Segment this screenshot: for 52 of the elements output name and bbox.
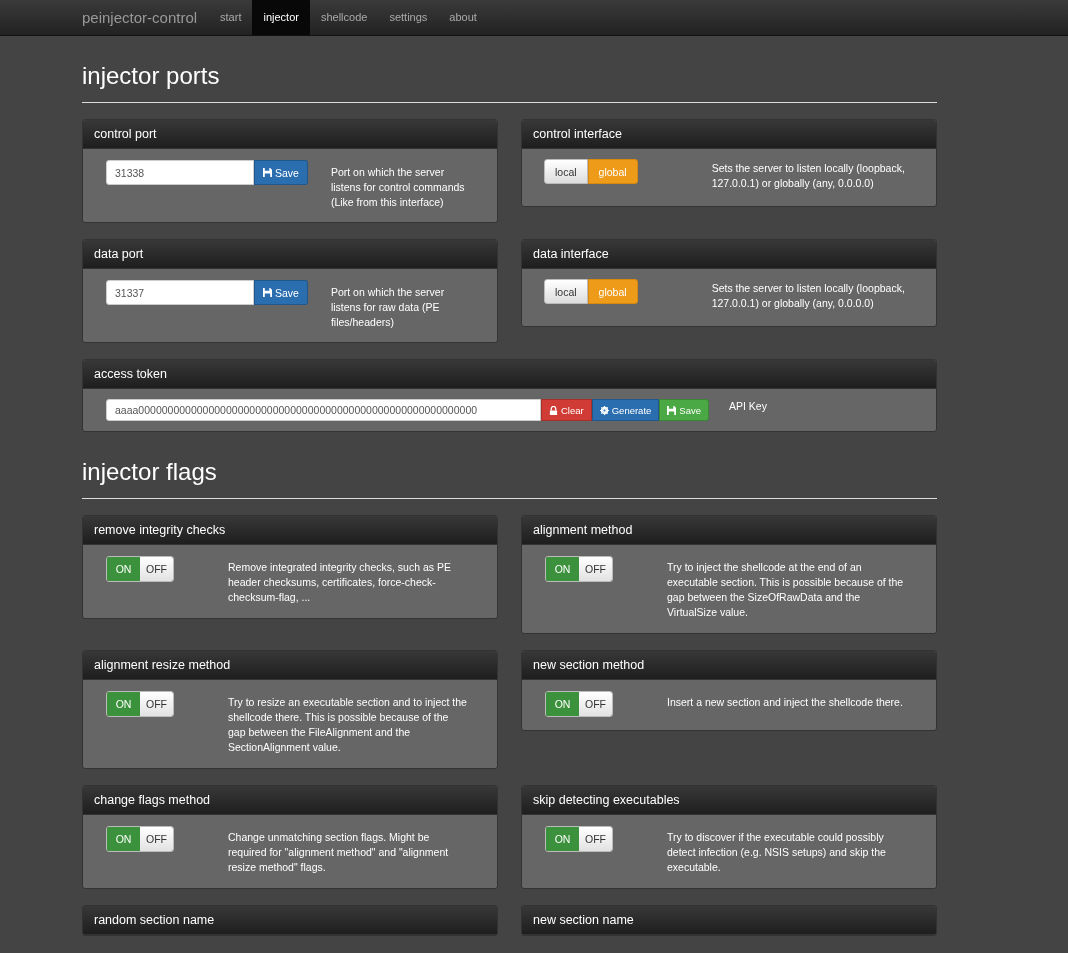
floppy-icon — [667, 405, 677, 415]
description-text: Try to resize an executable section and to inject the shellcode there. This is possible because of the gap between the FileAlignment and the SectionAlignment value. — [228, 695, 468, 755]
toggle-switch[interactable]: ON OFF — [545, 826, 613, 852]
nav-tab[interactable]: shellcode — [309, 0, 379, 35]
option-button[interactable]: local — [544, 279, 588, 304]
option-button[interactable]: local — [544, 159, 588, 184]
panel-title: data port — [94, 247, 144, 261]
panel-title: remove integrity checks — [94, 523, 226, 537]
clear-button[interactable]: Clear — [541, 399, 592, 421]
panel-title: change flags method — [94, 793, 211, 807]
section-heading: injector flags — [82, 457, 218, 487]
toggle-switch[interactable]: ON OFF — [545, 556, 613, 582]
panel-title: skip detecting executables — [533, 793, 680, 807]
floppy-icon — [263, 288, 272, 297]
description-text: Port on which the server listens for control commands (Like from this interface) — [330, 165, 466, 210]
description-text: Insert a new section and inject the shellcode there. — [667, 695, 904, 710]
panel-title: random section name — [94, 913, 215, 927]
generate-button[interactable]: Generate — [591, 399, 660, 421]
nav-tab[interactable]: start — [209, 0, 253, 35]
section-heading: injector ports — [82, 61, 221, 91]
floppy-icon — [263, 168, 272, 177]
toggle-switch[interactable]: ON OFF — [106, 826, 174, 852]
api-key-label: API Key — [729, 399, 767, 412]
description-text: Try to discover if the executable could possibly detect infection (e.g. NSIS setups) and skip the executable. — [667, 830, 887, 875]
description-text: Port on which the server listens for raw data (PE files/headers) — [330, 285, 446, 330]
panel-title: alignment method — [533, 523, 633, 537]
brand-link[interactable]: peinjector-control — [82, 0, 198, 35]
panel-title: access token — [94, 367, 167, 381]
gear-icon — [599, 405, 609, 415]
nav-tab[interactable]: about — [438, 0, 488, 35]
token-input[interactable]: aaaa0000000000000000000000000000000000000000000000000000000000 — [106, 399, 541, 421]
toggle-switch[interactable]: ON OFF — [106, 556, 174, 582]
panel-title: alignment resize method — [94, 658, 231, 672]
lock-icon — [549, 405, 558, 415]
toggle-switch[interactable]: ON OFF — [106, 691, 174, 717]
panel-title: new section method — [533, 658, 645, 672]
nav-tab[interactable]: settings — [378, 0, 439, 35]
panel-title: control port — [94, 127, 157, 141]
save-button[interactable]: Save — [254, 160, 308, 185]
nav-tab[interactable]: injector — [252, 0, 310, 35]
panel-title: data interface — [533, 247, 609, 261]
description-text: Sets the server to listen locally (loopback, 127.0.0.1) or globally (any, 0.0.0.0) — [711, 161, 906, 191]
save-button[interactable]: Save — [254, 280, 308, 305]
description-text: Change unmatching section flags. Might be required for "alignment method" and "alignment resize method" flags. — [228, 830, 450, 875]
port-input[interactable]: 31338 — [106, 160, 254, 185]
toggle-switch[interactable]: ON OFF — [545, 691, 613, 717]
port-input[interactable]: 31337 — [106, 280, 254, 305]
description-text: Try to inject the shellcode at the end of an executable section. This is possible because of the gap between the SizeOfRawData and the VirtualSize value. — [667, 560, 905, 620]
panel-title: control interface — [533, 127, 622, 141]
description-text: Sets the server to listen locally (loopback, 127.0.0.1) or globally (any, 0.0.0.0) — [711, 281, 906, 311]
description-text: Remove integrated integrity checks, such as PE header checksums, certificates, force-check-checksum-flag, ... — [228, 560, 452, 605]
panel-title: new section name — [533, 913, 634, 927]
